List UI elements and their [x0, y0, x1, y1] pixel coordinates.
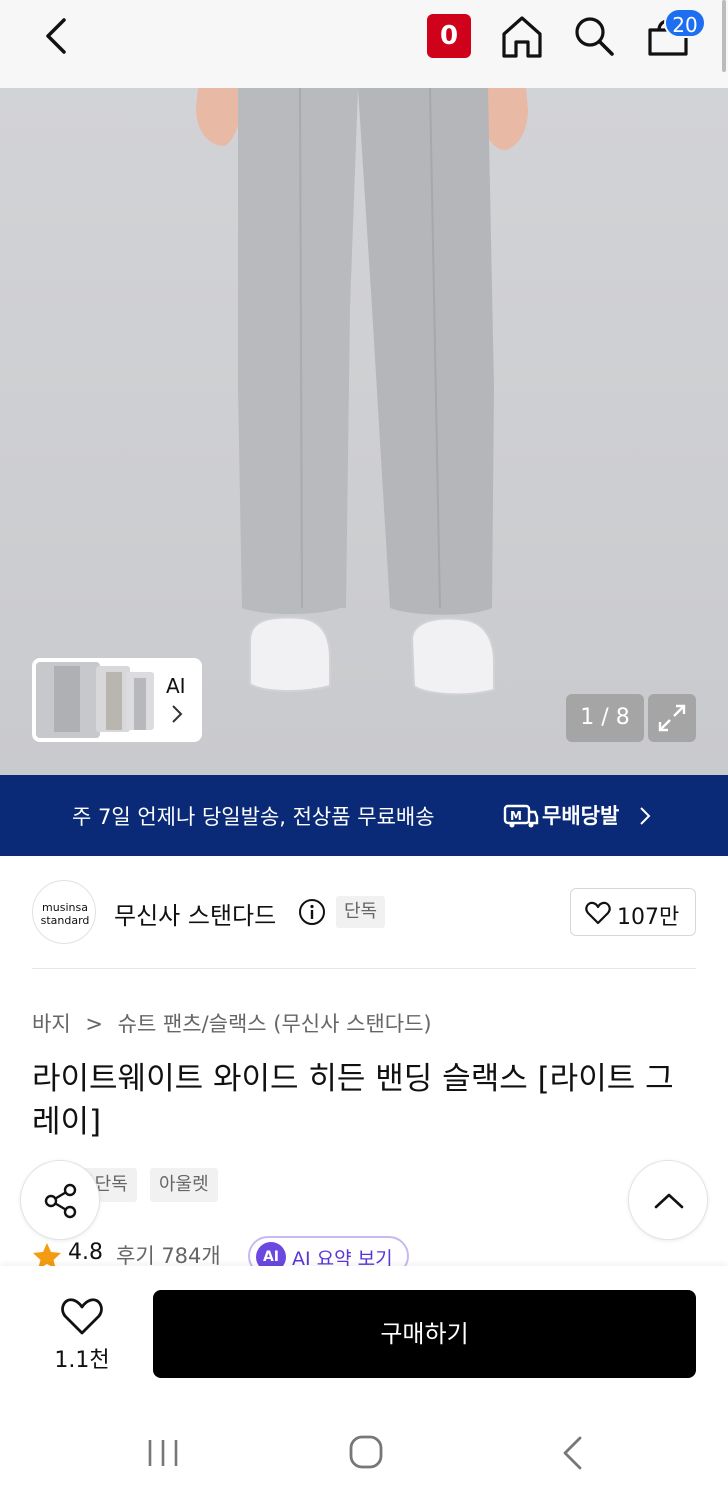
product-tag: 아울렛: [150, 1168, 218, 1202]
chevron-right-icon: [640, 807, 651, 825]
free-shipping-banner[interactable]: 주 7일 언제나 당일발송, 전상품 무료배송 M 무배당발: [0, 775, 728, 856]
ai-try-on-card[interactable]: AI: [32, 658, 202, 742]
breadcrumb: 바지 > 슈트 팬츠/슬랙스 (무신사 스탠다드): [32, 1008, 432, 1038]
chevron-right-icon: [172, 705, 183, 723]
top-bar: 0 20: [0, 0, 728, 88]
brand-logo-line2: standard: [40, 914, 90, 927]
wishlist-count: 1.1천: [54, 1348, 110, 1373]
home-nav-icon[interactable]: [348, 1434, 384, 1470]
breadcrumb-category[interactable]: 바지: [32, 1012, 71, 1036]
cart-count-badge: 20: [664, 8, 706, 38]
brand-like-button[interactable]: 107만: [570, 888, 696, 936]
promo-text: 주 7일 언제나 당일발송, 전상품 무료배송: [72, 805, 435, 829]
chevron-up-icon: [654, 1193, 684, 1209]
heart-icon: [585, 901, 611, 925]
purchase-bar: 1.1천 구매하기: [0, 1266, 728, 1398]
divider: [32, 968, 696, 969]
expand-button[interactable]: [648, 694, 696, 742]
expand-icon: [658, 704, 686, 732]
breadcrumb-subcategory[interactable]: 슈트 팬츠/슬랙스 (무신사 스탠다드): [118, 1012, 432, 1036]
back-chevron-icon[interactable]: [36, 14, 80, 58]
ai-label: AI: [166, 674, 186, 698]
search-icon[interactable]: [570, 12, 618, 60]
info-icon[interactable]: [298, 898, 326, 926]
share-button[interactable]: [20, 1160, 100, 1240]
brand-name[interactable]: 무신사 스탠다드: [114, 896, 276, 931]
buy-button[interactable]: 구매하기: [153, 1290, 696, 1378]
heart-icon: [61, 1298, 103, 1335]
back-nav-icon[interactable]: [560, 1436, 584, 1470]
brand-logo[interactable]: musinsa standard: [32, 880, 96, 944]
product-title: 라이트웨이트 와이드 히든 밴딩 슬랙스 [라이트 그레이]: [32, 1061, 674, 1141]
ai-thumbnails: [36, 662, 154, 738]
exclusive-tag: 단독: [336, 896, 386, 928]
svg-text:M: M: [510, 809, 522, 823]
rating-row: 4.8 후기 784개 AI AI 요약 보기: [32, 1236, 696, 1270]
image-page-indicator: 1 / 8: [566, 694, 644, 742]
ai-summary-button[interactable]: AI AI 요약 보기: [248, 1236, 409, 1270]
share-icon: [44, 1183, 77, 1219]
zero-badge-label: 0: [439, 21, 459, 51]
brand-like-count: 107만: [617, 905, 680, 930]
brand-logo-line1: musinsa: [42, 901, 88, 914]
scroll-to-top-button[interactable]: [628, 1160, 708, 1240]
zero-badge-button[interactable]: 0: [427, 14, 471, 58]
recent-apps-icon[interactable]: [146, 1438, 180, 1468]
delivery-truck-icon: M: [503, 804, 539, 828]
product-image-gallery[interactable]: AI 1 / 8: [0, 88, 728, 775]
chevron-right-icon: >: [85, 1012, 103, 1036]
wishlist-button[interactable]: 1.1천: [40, 1294, 124, 1374]
scrollbar: [722, 0, 726, 72]
promo-brand: 무배당발: [542, 804, 620, 828]
rating-score: 4.8: [68, 1240, 103, 1265]
home-icon[interactable]: [498, 12, 546, 60]
system-nav-bar: [0, 1398, 728, 1500]
